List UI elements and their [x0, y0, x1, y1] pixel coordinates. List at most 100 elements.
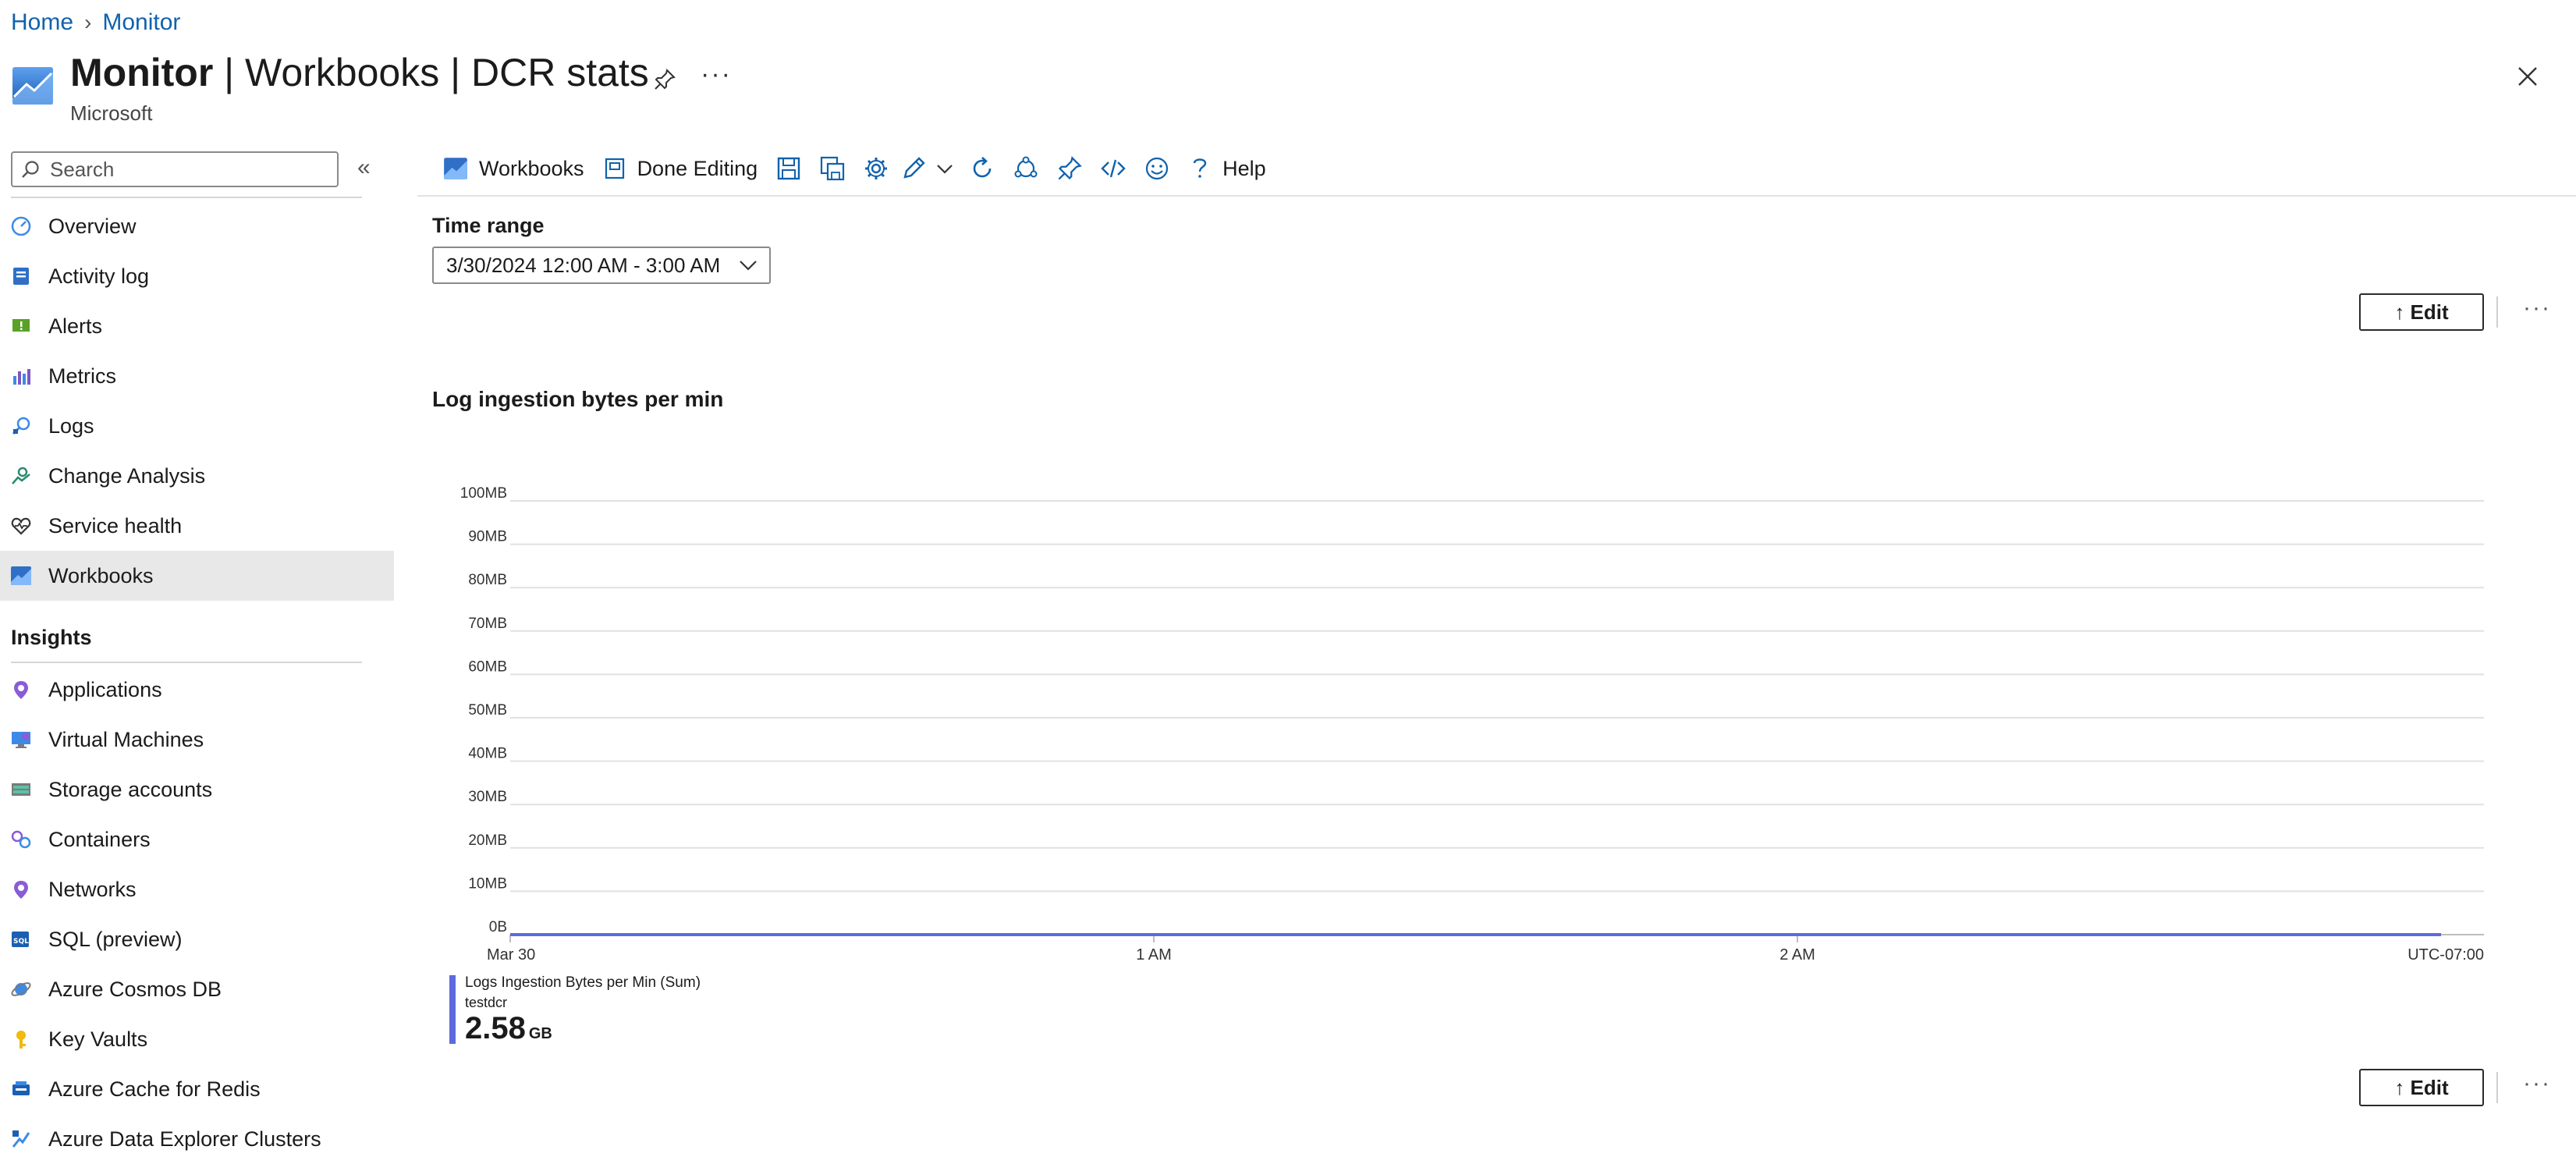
save-as-icon — [821, 156, 845, 181]
sidebar: « Overview Activity log Alerts Metrics L… — [0, 145, 394, 1161]
help-label: Help — [1222, 156, 1266, 180]
activity-log-icon — [9, 264, 33, 288]
sidebar-item-label: Networks — [48, 877, 137, 901]
sidebar-item-networks[interactable]: Networks — [0, 864, 394, 914]
sql-icon: SQL — [9, 928, 33, 951]
save-button[interactable] — [767, 147, 811, 190]
sidebar-item-metrics[interactable]: Metrics — [0, 351, 394, 401]
legend-total-value: 2.58 GB — [465, 1011, 552, 1046]
workbooks-icon — [9, 564, 33, 587]
chevron-down-icon — [937, 165, 953, 174]
share-icon — [1014, 156, 1038, 178]
x-tick-label: 1 AM — [1136, 946, 1172, 963]
breadcrumb-home-link[interactable]: Home — [11, 9, 73, 36]
sidebar-item-azure-data-explorer-clusters[interactable]: Azure Data Explorer Clusters — [0, 1114, 394, 1164]
save-as-button[interactable] — [811, 147, 854, 190]
sidebar-item-azure-cache-for-redis[interactable]: Azure Cache for Redis — [0, 1064, 394, 1114]
sidebar-item-label: Azure Cosmos DB — [48, 977, 222, 1001]
page-title-rest: | Workbooks | DCR stats — [213, 51, 649, 94]
sidebar-item-label: Logs — [48, 413, 94, 438]
workbooks-icon — [444, 158, 467, 179]
svg-text:SQL: SQL — [13, 938, 29, 946]
feedback-smiley-icon — [1146, 157, 1169, 180]
sidebar-item-label: Metrics — [48, 364, 116, 388]
edit-button[interactable] — [898, 147, 929, 190]
y-tick-label: 50MB — [468, 702, 507, 719]
sidebar-item-key-vaults[interactable]: Key Vaults — [0, 1014, 394, 1064]
edit-chart-button[interactable]: ↑ Edit — [2359, 1069, 2484, 1106]
share-button[interactable] — [1004, 147, 1048, 190]
pin-icon — [655, 69, 676, 90]
sidebar-item-azure-cosmos-db[interactable]: Azure Cosmos DB — [0, 964, 394, 1014]
sidebar-item-label: Storage accounts — [48, 777, 213, 801]
sidebar-divider — [11, 197, 362, 198]
logs-icon — [9, 414, 33, 438]
legend-total-number: 2.58 — [465, 1011, 526, 1045]
pin-button[interactable] — [1048, 147, 1091, 190]
virtual-machines-icon — [9, 728, 33, 751]
sidebar-item-label: Key Vaults — [48, 1027, 148, 1051]
chart-title: Log ingestion bytes per min — [432, 387, 724, 411]
sidebar-item-label: Azure Cache for Redis — [48, 1077, 261, 1101]
workbook-logo-icon — [12, 67, 53, 105]
refresh-button[interactable] — [960, 147, 1004, 190]
applications-icon — [9, 678, 33, 701]
settings-button[interactable] — [854, 147, 898, 190]
breadcrumb-monitor-link[interactable]: Monitor — [102, 9, 180, 36]
y-tick-label: 100MB — [460, 485, 507, 502]
edit-dropdown-button[interactable] — [929, 147, 960, 190]
sidebar-item-workbooks[interactable]: Workbooks — [0, 551, 394, 601]
collapse-sidebar-button[interactable]: « — [357, 154, 371, 181]
pin-page-button[interactable] — [648, 62, 682, 97]
insights-heading: Insights — [11, 626, 92, 649]
portal-root: Home › Monitor Monitor | Workbooks | DCR… — [0, 0, 2576, 1161]
sidebar-item-containers[interactable]: Containers — [0, 814, 394, 864]
key-vaults-icon — [9, 1027, 33, 1051]
done-editing-button[interactable]: Done Editing — [594, 147, 768, 190]
sidebar-item-storage-accounts[interactable]: Storage accounts — [0, 765, 394, 814]
breadcrumb: Home › Monitor — [11, 9, 180, 36]
sidebar-item-label: Containers — [48, 827, 151, 851]
metrics-icon — [9, 364, 33, 388]
edit-parameters-button[interactable]: ↑ Edit — [2359, 293, 2484, 331]
help-button[interactable]: Help — [1179, 147, 1276, 190]
sidebar-item-change-analysis[interactable]: Change Analysis — [0, 451, 394, 501]
time-range-dropdown[interactable]: 3/30/2024 12:00 AM - 3:00 AM — [432, 247, 771, 284]
sidebar-item-label: Service health — [48, 513, 183, 538]
redis-cache-icon — [9, 1077, 33, 1101]
settings-icon — [865, 158, 888, 179]
sidebar-item-label: Applications — [48, 677, 162, 701]
pin-icon — [1058, 156, 1082, 180]
insights-nav: Applications Virtual Machines Storage ac… — [0, 665, 394, 1164]
code-button[interactable] — [1091, 147, 1135, 190]
done-editing-icon — [605, 158, 624, 179]
close-button[interactable] — [2510, 59, 2545, 94]
overview-icon — [9, 215, 33, 238]
sidebar-item-applications[interactable]: Applications — [0, 665, 394, 715]
sidebar-item-alerts[interactable]: Alerts — [0, 301, 394, 351]
sidebar-search-box[interactable] — [11, 151, 339, 187]
code-icon — [1101, 159, 1126, 178]
timezone-label: UTC-07:00 — [2407, 946, 2484, 963]
sidebar-item-virtual-machines[interactable]: Virtual Machines — [0, 715, 394, 765]
parameters-more-button[interactable]: ··· — [2523, 295, 2551, 321]
sidebar-search-input[interactable] — [48, 156, 314, 183]
y-tick-label: 0B — [489, 919, 507, 935]
cosmos-db-icon — [9, 978, 33, 1001]
workbooks-button[interactable]: Workbooks — [434, 147, 594, 190]
chart-more-button[interactable]: ··· — [2523, 1070, 2551, 1097]
sidebar-item-activity-log[interactable]: Activity log — [0, 251, 394, 301]
header-more-button[interactable]: ··· — [701, 59, 732, 90]
sidebar-item-label: Virtual Machines — [48, 727, 204, 751]
workbook-toolbar: Workbooks Done Editing Help — [434, 147, 1276, 190]
legend-series-name: Logs Ingestion Bytes per Min (Sum) — [465, 974, 701, 991]
refresh-icon — [973, 157, 992, 178]
feedback-button[interactable] — [1135, 147, 1179, 190]
service-health-icon — [9, 514, 33, 538]
sidebar-item-service-health[interactable]: Service health — [0, 501, 394, 551]
time-range-value: 3/30/2024 12:00 AM - 3:00 AM — [446, 253, 721, 277]
sidebar-item-sql-preview[interactable]: SQL SQL (preview) — [0, 914, 394, 964]
sidebar-item-logs[interactable]: Logs — [0, 401, 394, 451]
data-explorer-icon — [9, 1127, 33, 1151]
sidebar-item-overview[interactable]: Overview — [0, 201, 394, 251]
